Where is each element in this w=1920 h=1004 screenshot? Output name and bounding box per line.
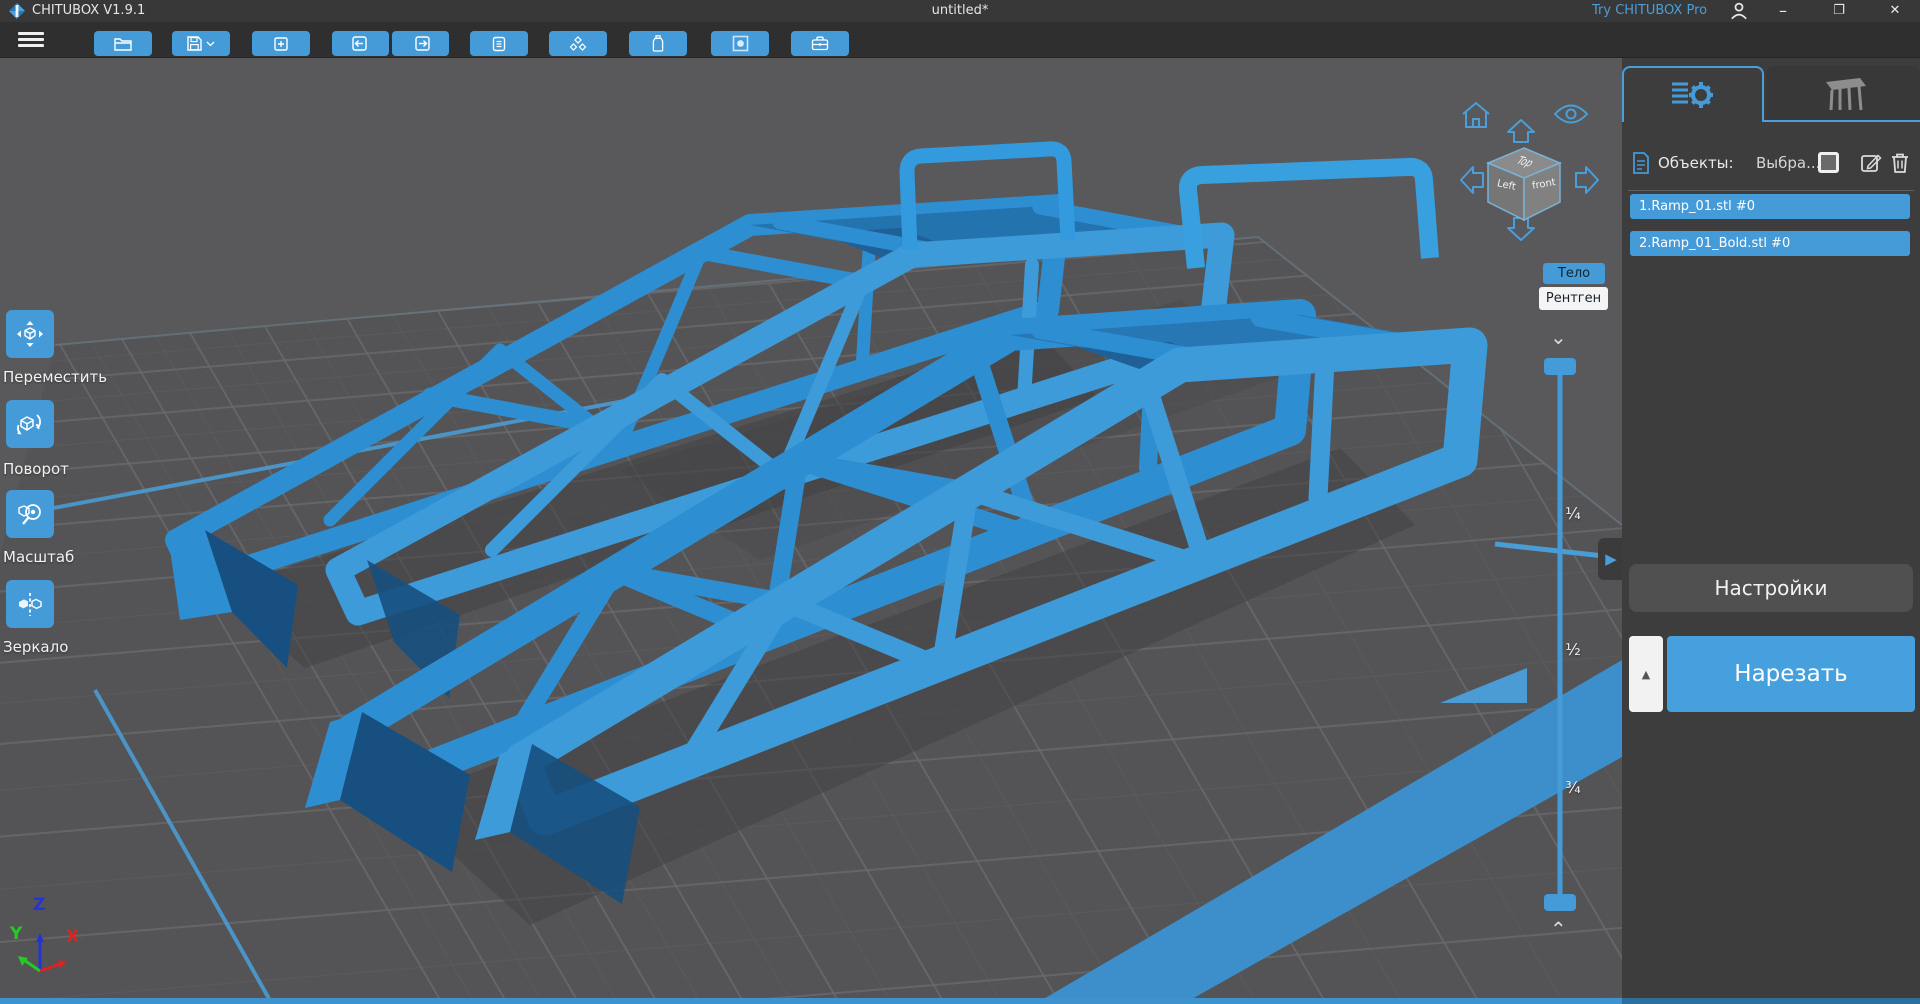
divider	[1628, 190, 1914, 191]
object-list-item[interactable]: 1.Ramp_01.stl #0	[1630, 194, 1910, 219]
delete-icon[interactable]	[1890, 152, 1910, 174]
mirror-icon	[19, 593, 42, 616]
tab-supports[interactable]	[1766, 66, 1920, 122]
viewport-3d[interactable]: Переместить Поворот Масштаб Зеркало Top …	[0, 58, 1622, 1004]
toolbox-button[interactable]	[791, 31, 849, 56]
add-model-icon	[274, 36, 288, 51]
add-model-button[interactable]	[252, 31, 310, 56]
undo-button[interactable]	[332, 31, 389, 56]
axis-x-label: X	[66, 927, 80, 947]
chevron-down-icon[interactable]: ⌄	[1550, 327, 1567, 347]
clip-slider-bottom-handle[interactable]	[1544, 894, 1576, 911]
mirror-tool-button[interactable]	[6, 580, 54, 628]
move-tool-label: Переместить	[3, 368, 108, 386]
copy-icon	[492, 36, 506, 51]
render-mode-body-button[interactable]: Тело	[1543, 263, 1605, 284]
rename-icon[interactable]	[1860, 152, 1882, 174]
rotate-right-arrow-icon[interactable]	[1574, 164, 1600, 196]
rotate-tool-label: Поворот	[3, 460, 69, 478]
slice-stepper-button[interactable]: ▲	[1629, 636, 1663, 712]
detect-islands-button[interactable]	[711, 31, 769, 56]
build-plate-scene	[0, 58, 1622, 1004]
settings-panel: Объекты: Выбра... 1.Ramp_01.stl #0 2.Ram…	[1622, 58, 1920, 1004]
hollow-icon	[569, 35, 587, 51]
supports-icon	[1826, 78, 1866, 111]
main-toolbar	[0, 22, 1920, 58]
chevron-up-icon[interactable]: ⌃	[1550, 919, 1567, 939]
save-icon	[187, 36, 202, 51]
selected-label: Выбра...	[1756, 154, 1821, 172]
move-icon	[17, 321, 43, 347]
close-button[interactable]: ✕	[1880, 0, 1910, 22]
app-title: CHITUBOX V1.9.1	[32, 3, 146, 18]
object-list-item[interactable]: 2.Ramp_01_Bold.stl #0	[1630, 231, 1910, 256]
open-file-icon	[114, 37, 132, 51]
save-dropdown-chevron-icon[interactable]	[206, 40, 215, 47]
clip-slider[interactable]	[1540, 354, 1580, 914]
objects-label: Объекты:	[1658, 154, 1734, 172]
resin-vat-button[interactable]	[629, 31, 687, 56]
visibility-eye-icon[interactable]	[1553, 101, 1589, 127]
detect-islands-icon	[732, 35, 748, 52]
copy-button[interactable]	[470, 31, 528, 56]
panel-collapse-arrow[interactable]: ▶	[1598, 538, 1622, 580]
slider-quarter-label: ¼	[1565, 504, 1581, 523]
rotate-icon	[17, 414, 41, 435]
redo-icon	[414, 36, 430, 51]
rotate-left-arrow-icon[interactable]	[1459, 164, 1485, 196]
toolbox-icon	[811, 36, 829, 51]
restore-button[interactable]: ❐	[1824, 0, 1854, 22]
axis-z-label: Z	[33, 895, 46, 915]
slider-half-label: ½	[1565, 640, 1581, 659]
mirror-tool-label: Зеркало	[3, 638, 69, 656]
undo-icon	[351, 36, 367, 51]
slice-button[interactable]: Нарезать	[1667, 636, 1915, 712]
axis-y-label: Y	[10, 924, 23, 944]
move-tool-button[interactable]	[6, 310, 54, 358]
title-bar: CHITUBOX V1.9.1 untitled* Try CHITUBOX P…	[0, 0, 1920, 22]
scale-tool-button[interactable]	[6, 490, 54, 538]
objects-list-icon	[1633, 152, 1649, 174]
clip-slider-top-handle[interactable]	[1544, 358, 1576, 375]
settings-button[interactable]: Настройки	[1629, 564, 1913, 612]
chitubox-logo-icon	[9, 3, 25, 19]
bottom-strip	[1622, 998, 1920, 1004]
chitubox-window: CHITUBOX V1.9.1 untitled* Try CHITUBOX P…	[0, 0, 1920, 1004]
hollow-button[interactable]	[549, 31, 607, 56]
slider-threequarter-label: ¾	[1565, 778, 1581, 797]
rotate-tool-button[interactable]	[6, 400, 54, 448]
render-mode-xray-button[interactable]: Рентген	[1539, 287, 1608, 310]
build-plate-edge-strip	[0, 998, 1622, 1004]
home-view-icon[interactable]	[1459, 99, 1493, 131]
account-icon[interactable]	[1726, 0, 1752, 22]
try-pro-link[interactable]: Try CHITUBOX Pro	[1592, 3, 1707, 18]
scale-icon	[18, 504, 41, 525]
select-all-checkbox[interactable]	[1818, 152, 1839, 173]
scale-tool-label: Масштаб	[3, 548, 75, 566]
resin-vat-icon	[652, 35, 664, 52]
objects-header: Объекты: Выбра...	[1622, 150, 1920, 180]
tab-slice-settings[interactable]	[1622, 66, 1764, 122]
menu-button[interactable]	[16, 29, 46, 51]
rotate-up-arrow-icon[interactable]	[1505, 118, 1537, 144]
save-button[interactable]	[172, 31, 230, 56]
open-file-button[interactable]	[94, 31, 152, 56]
slice-settings-icon	[1672, 82, 1713, 108]
redo-button[interactable]	[392, 31, 449, 56]
minimize-button[interactable]: –	[1768, 0, 1798, 22]
tab-underline	[1764, 120, 1920, 122]
